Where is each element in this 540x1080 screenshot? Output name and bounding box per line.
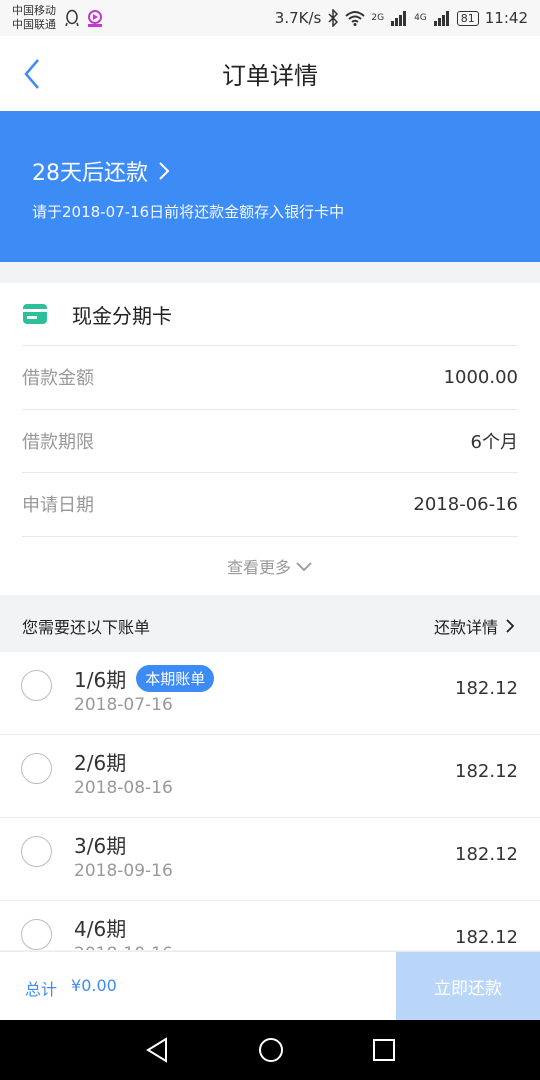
info-row-term: 借款期限 6个月	[22, 409, 518, 472]
notification-icons	[64, 9, 104, 27]
bill-period: 4/6期	[74, 917, 127, 941]
video-app-icon	[88, 10, 102, 27]
bottom-bar: 总计 ¥0.00 立即还款	[0, 951, 540, 1021]
wifi-icon	[345, 11, 366, 26]
bill-period-row: 4/6期	[74, 913, 126, 942]
info-label: 申请日期	[22, 495, 94, 516]
banner-title: 28天后还款	[32, 161, 148, 186]
clock: 11:42	[484, 9, 528, 27]
nav-bar: 订单详情	[0, 36, 540, 111]
bill-period-row: 1/6期 本期账单	[74, 664, 215, 693]
repayment-details-link[interactable]: 还款详情	[434, 614, 514, 638]
bill-amount: 182.12	[455, 678, 518, 699]
info-value: 2018-06-16	[413, 493, 518, 515]
bill-period: 1/6期	[74, 668, 127, 692]
banner-subtitle: 请于2018-07-16日前将还款金额存入银行卡中	[32, 203, 345, 221]
pay-now-button[interactable]: 立即还款	[396, 952, 540, 1021]
info-row-date: 申请日期 2018-06-16	[22, 472, 518, 535]
info-value: 1000.00	[443, 366, 518, 388]
bill-due-date: 2018-10-16	[74, 944, 173, 950]
bill-amount: 182.12	[455, 927, 518, 948]
info-row-amount: 借款金额 1000.00	[22, 345, 518, 408]
bill-select-radio[interactable]	[21, 919, 52, 950]
signal-icon-2	[433, 11, 449, 26]
bills-section-title: 您需要还以下账单	[22, 618, 151, 637]
loan-info-card: 现金分期卡 借款金额 1000.00 借款期限 6个月 申请日期 2018-06…	[0, 283, 540, 595]
carrier-1: 中国移动	[12, 4, 56, 17]
signal-icon-1	[391, 11, 407, 26]
bill-row[interactable]: 4/6期 2018-10-16 182.12	[0, 901, 540, 950]
status-bar: 中国移动 中国联通 3.7K/s 2G 4G 81 11:42	[0, 0, 540, 36]
bluetooth-icon	[328, 9, 339, 27]
battery-indicator: 81	[456, 10, 479, 26]
network-speed: 3.7K/s	[274, 9, 322, 27]
back-arrow-icon	[24, 59, 39, 89]
back-button[interactable]	[14, 54, 50, 94]
card-icon	[23, 304, 47, 324]
nav-recents-icon[interactable]	[372, 1038, 396, 1062]
bill-row[interactable]: 1/6期 本期账单 2018-07-16 182.12	[0, 652, 540, 735]
qq-icon	[65, 9, 79, 27]
total-summary: 总计 ¥0.00	[25, 976, 117, 1000]
page-title: 订单详情	[222, 62, 318, 90]
info-label: 借款金额	[22, 368, 94, 389]
network-type-1: 2G	[371, 13, 385, 23]
nav-back-icon[interactable]	[144, 1037, 170, 1063]
bill-row[interactable]: 2/6期 2018-08-16 182.12	[0, 735, 540, 818]
network-type-2: 4G	[414, 13, 427, 23]
banner-title-row[interactable]: 28天后还款	[32, 155, 508, 187]
chevron-right-icon	[159, 162, 170, 180]
status-right: 3.7K/s 2G 4G 81 11:42	[275, 9, 528, 27]
bill-period: 2/6期	[74, 751, 127, 775]
bill-period-row: 2/6期	[74, 747, 126, 776]
bill-select-radio[interactable]	[21, 670, 52, 701]
current-bill-badge: 本期账单	[136, 665, 215, 692]
repayment-banner[interactable]: 28天后还款 请于2018-07-16日前将还款金额存入银行卡中	[0, 111, 540, 262]
carrier-info: 中国移动 中国联通	[12, 4, 56, 32]
repayment-details-label: 还款详情	[433, 618, 498, 637]
bill-period: 3/6期	[74, 834, 127, 858]
bill-period-row: 3/6期	[74, 830, 126, 859]
system-nav-bar	[0, 1020, 540, 1080]
info-label: 借款期限	[22, 432, 94, 453]
bill-select-radio[interactable]	[21, 753, 52, 784]
bills-section-header: 您需要还以下账单 还款详情	[0, 600, 540, 652]
bill-list: 1/6期 本期账单 2018-07-16 182.12 2/6期 2018-08…	[0, 652, 540, 950]
card-name: 现金分期卡	[72, 303, 172, 328]
total-value: ¥0.00	[71, 976, 117, 995]
chevron-down-icon	[296, 561, 312, 571]
card-header: 现金分期卡	[0, 283, 540, 345]
info-value: 6个月	[470, 432, 518, 453]
bill-amount: 182.12	[455, 844, 518, 865]
bill-due-date: 2018-08-16	[74, 778, 173, 798]
view-more-label: 查看更多	[226, 557, 291, 577]
nav-home-icon[interactable]	[258, 1037, 284, 1063]
chevron-right-icon	[506, 619, 514, 633]
bill-due-date: 2018-09-16	[74, 861, 173, 881]
bill-amount: 182.12	[455, 761, 518, 782]
view-more-button[interactable]: 查看更多	[22, 536, 518, 594]
bill-row[interactable]: 3/6期 2018-09-16 182.12	[0, 818, 540, 901]
carrier-2: 中国联通	[12, 18, 56, 31]
bill-select-radio[interactable]	[21, 836, 52, 867]
bill-due-date: 2018-07-16	[74, 695, 173, 715]
total-label: 总计	[25, 980, 58, 999]
